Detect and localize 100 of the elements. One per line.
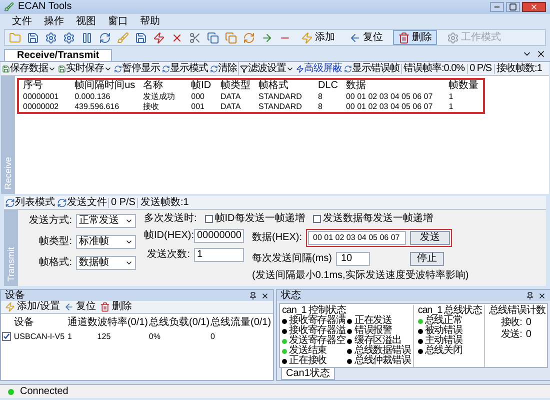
table-cell-text: 发送成功 (142, 91, 176, 102)
side-label: Transmit (6, 247, 16, 282)
status-label: 总线数据错误 (354, 346, 411, 356)
checkbox[interactable] (204, 215, 213, 223)
checkbox[interactable] (2, 332, 11, 341)
refresh-icon (5, 198, 15, 208)
toolbar-button[interactable]: 清除 (209, 62, 238, 75)
toolbar-button[interactable]: 删除 (100, 302, 132, 312)
input-field[interactable]: 00000000 (194, 229, 244, 243)
arrow-icon (261, 32, 273, 44)
gear-icon (447, 32, 459, 44)
input-field[interactable]: 10 (336, 252, 370, 266)
close-icon (530, 3, 538, 11)
note-text: (发送间隔最小0.1ms,实际发送速度受波特率影响) (252, 271, 469, 281)
status-label: 总线仲裁错误 (354, 356, 411, 366)
dropdown-field[interactable]: 数据帧 (76, 256, 136, 270)
column-header: 帧ID (187, 79, 217, 91)
toolbar-stat-text: 发送帧数:1 (137, 198, 191, 208)
close-icon[interactable] (261, 292, 269, 300)
table-cell: 1 (444, 102, 484, 113)
check-icon (3, 333, 10, 340)
refresh-icon (114, 64, 122, 72)
status-text: Connected (20, 386, 68, 396)
lightning-icon (301, 32, 313, 44)
toolbar-stat-text: 0 P/S (466, 64, 494, 74)
toolbar-button[interactable]: 添加/设置 (5, 302, 60, 312)
toolbar-button[interactable]: 删除 (393, 30, 437, 45)
status-label: 接收寄存器溢 (289, 326, 346, 336)
table-cell: 00 01 02 03 04 05 06 07 (342, 102, 445, 113)
panel-tab[interactable]: Can1状态 (281, 368, 335, 380)
pin-icon[interactable] (526, 292, 534, 300)
stop-button[interactable]: 停止 (410, 252, 444, 266)
toolbar-button[interactable]: 显示错误帧 (343, 62, 400, 75)
toolbar-stat-text: 接收帧数:1 (494, 64, 544, 74)
toolbar-stat-text: 0 P/S (108, 198, 138, 208)
window-title: ECAN Tools (18, 2, 72, 12)
column-header: 波特率(0/1) (97, 318, 149, 328)
table-cell-text: 125 (97, 332, 112, 340)
lightning-icon (296, 64, 304, 72)
toolbar-menu-button[interactable]: 保存数据 (1, 62, 57, 75)
toolbar-button[interactable]: 复位 (64, 302, 96, 312)
table-cell: 00000002 (18, 102, 71, 113)
status-label: 正在接收 (289, 356, 327, 366)
close-icon[interactable] (538, 292, 546, 300)
toolbar-button[interactable]: 添加 (297, 30, 339, 45)
save-icon (58, 64, 66, 72)
minimize-button[interactable] (490, 2, 504, 12)
send-button[interactable]: 发送 (410, 231, 450, 245)
close-button[interactable] (522, 2, 546, 12)
table-cell: 001 (187, 102, 217, 113)
table-cell-text: 0% (148, 332, 162, 340)
toolbar-link-button[interactable]: 高级屏蔽 (295, 62, 343, 75)
column-header: 帧数量 (444, 79, 484, 91)
table-cell-text: STANDARD (258, 91, 303, 102)
dropdown-field[interactable]: 正常发送 (76, 214, 136, 228)
maximize-button[interactable] (506, 2, 520, 12)
toolbar-button[interactable]: 发送文件 (56, 196, 108, 209)
toolbar-button[interactable]: 复位 (345, 30, 387, 45)
field-label: 发送方式: (28, 216, 72, 226)
menu-item[interactable]: 帮助 (140, 16, 160, 26)
table-cell: 00000001 (18, 91, 71, 102)
brush-icon (117, 32, 129, 44)
caret-icon (125, 259, 133, 267)
table-cell-text: USBCAN-I-V5 (14, 332, 66, 340)
app-icon (4, 2, 14, 12)
toolbar-menu-button[interactable]: 实时保存 (57, 62, 113, 75)
menu-item[interactable]: 窗口 (108, 16, 128, 26)
table-cell: DATA (216, 102, 255, 113)
toolbar-button[interactable]: 显示模式 (161, 62, 209, 75)
input-field[interactable]: 00 01 02 03 04 05 06 07 (308, 231, 406, 245)
side-label: Receive (4, 157, 12, 190)
arrow-left-icon (349, 32, 361, 44)
table-cell-text: 8 (316, 91, 324, 102)
close-icon[interactable] (536, 49, 546, 59)
table-cell-text: 000 (190, 91, 206, 102)
menu-item[interactable]: 文件 (12, 16, 32, 26)
caret-icon (125, 217, 133, 225)
column-header: 帧类型 (216, 79, 255, 91)
toolbar-button[interactable]: 列表模式 (4, 196, 56, 209)
counter-value: 0 (526, 318, 531, 328)
status-label: 发送结束 (289, 346, 327, 356)
dropdown-field[interactable]: 标准帧 (76, 235, 136, 249)
column-header: 数据 (342, 79, 445, 91)
table-cell: 439.596.616 (70, 102, 140, 113)
menu-item[interactable]: 操作 (44, 16, 64, 26)
checkbox[interactable] (312, 215, 321, 223)
pin-icon[interactable] (249, 292, 257, 300)
document-tab[interactable]: Receive/Transmit (4, 49, 112, 61)
menu-item[interactable]: 视图 (76, 16, 96, 26)
table-cell: 1 (444, 91, 484, 102)
toolbar-button[interactable]: 暂停显示 (113, 62, 161, 75)
filter-icon (240, 64, 248, 72)
toolbar-stat-text: 错误帧率:0.0% (400, 64, 467, 74)
status-label: 总线正常 (424, 316, 462, 326)
copy-icon (207, 32, 219, 44)
input-field[interactable]: 1 (194, 248, 244, 262)
filter-dropdown[interactable]: 滤波设置 (238, 62, 295, 75)
group-title: can_1 控制状态 (282, 305, 348, 316)
field-label: 帧格式: (38, 258, 72, 268)
group-title: 总线错误计数 (488, 305, 546, 316)
